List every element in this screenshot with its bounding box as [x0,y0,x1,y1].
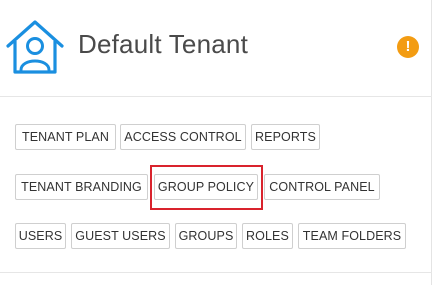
reports-button[interactable]: REPORTS [251,124,320,150]
group-policy-highlight [150,165,263,210]
tenant-title: Default Tenant [78,29,248,59]
home-user-icon [6,20,64,74]
tenant-plan-button[interactable]: TENANT PLAN [15,124,116,150]
tenant-card: Default Tenant ! TENANT PLAN ACCESS CONT… [0,0,432,285]
users-button[interactable]: USERS [15,223,66,249]
roles-button[interactable]: ROLES [242,223,293,249]
control-panel-button[interactable]: CONTROL PANEL [264,174,380,200]
team-folders-button[interactable]: TEAM FOLDERS [298,223,406,249]
guest-users-button[interactable]: GUEST USERS [71,223,170,249]
section-divider [0,272,432,273]
warning-icon[interactable]: ! [397,36,419,58]
groups-button[interactable]: GROUPS [175,223,237,249]
tenant-branding-button[interactable]: TENANT BRANDING [15,174,148,200]
tenant-header: Default Tenant ! [0,0,432,97]
access-control-button[interactable]: ACCESS CONTROL [120,124,246,150]
alert-symbol: ! [405,38,411,55]
